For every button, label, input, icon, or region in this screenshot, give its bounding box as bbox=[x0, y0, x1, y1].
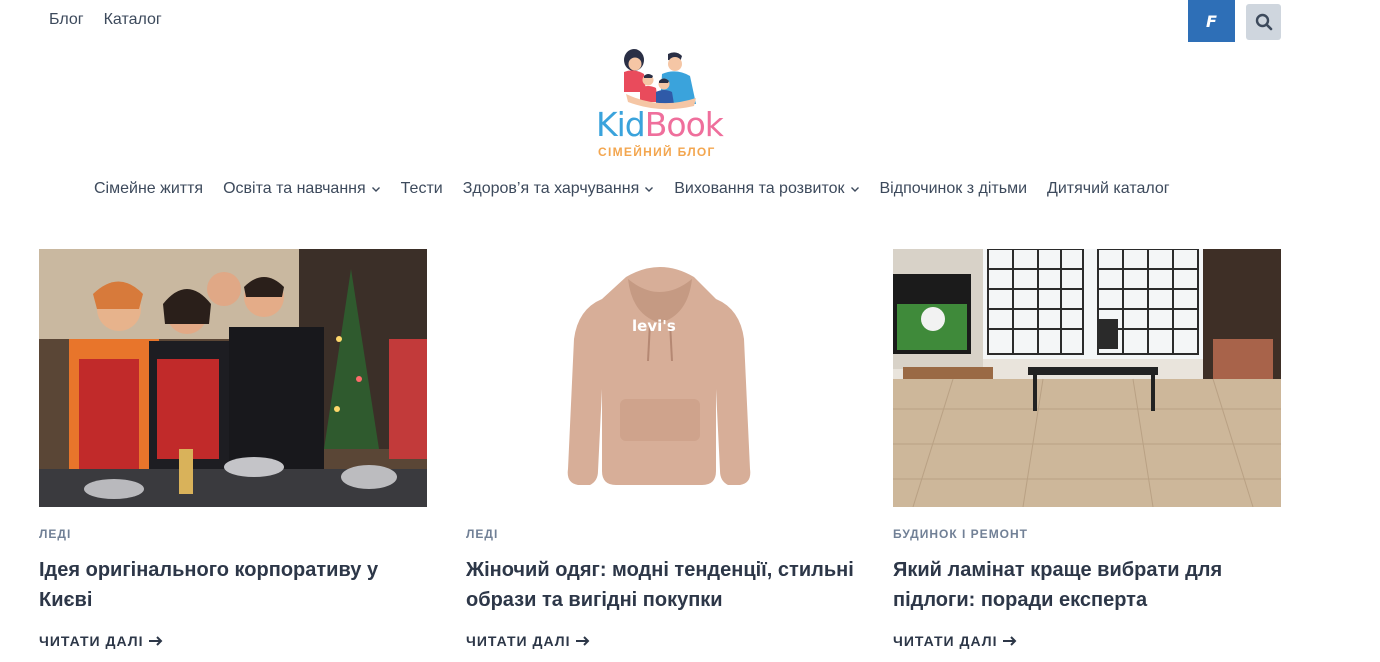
article-card: БУДИНОК І РЕМОНТ Який ламінат краще вибр… bbox=[893, 249, 1281, 649]
top-nav-catalog[interactable]: Каталог bbox=[104, 11, 162, 29]
logo-kid: Kid bbox=[596, 105, 646, 144]
hoodie-logo-text: levi's bbox=[632, 317, 676, 335]
header-buttons: F bbox=[1188, 0, 1281, 42]
article-category[interactable]: ЛЕДІ bbox=[39, 527, 427, 541]
top-nav: Блог Каталог bbox=[49, 11, 162, 29]
article-category[interactable]: ЛЕДІ bbox=[466, 527, 854, 541]
nav-label: Відпочинок з дітьми bbox=[879, 180, 1028, 197]
article-image-interior[interactable] bbox=[893, 249, 1281, 507]
nav-label: Освіта та навчання bbox=[223, 180, 366, 197]
article-card: ЛЕДІ Ідея оригінального корпоративу у Ки… bbox=[39, 249, 427, 649]
read-more-label: ЧИТАТИ ДАЛІ bbox=[893, 633, 998, 649]
read-more-link[interactable]: ЧИТАТИ ДАЛІ bbox=[893, 633, 1281, 649]
nav-education[interactable]: Освіта та навчання bbox=[223, 180, 381, 198]
logo-subtitle: СІМЕЙНИЙ БЛОГ bbox=[598, 145, 716, 159]
article-title[interactable]: Ідея оригінального корпоративу у Києві bbox=[39, 555, 427, 615]
logo-book: Book bbox=[644, 105, 724, 144]
main-nav: Сімейне життя Освіта та навчання Тести З… bbox=[94, 180, 1170, 198]
article-title[interactable]: Жіночий одяг: модні тенденції, стильні о… bbox=[466, 555, 854, 615]
facebook-icon: F bbox=[1206, 13, 1217, 29]
family-illustration bbox=[624, 49, 696, 110]
search-icon bbox=[1255, 13, 1272, 31]
chevron-down-icon bbox=[371, 187, 380, 192]
chevron-down-icon bbox=[850, 187, 859, 192]
cooking-photo bbox=[39, 249, 427, 507]
nav-label: Тести bbox=[400, 180, 443, 197]
interior-photo bbox=[893, 249, 1281, 507]
nav-family-life[interactable]: Сімейне життя bbox=[94, 180, 203, 198]
svg-text:F: F bbox=[1206, 13, 1217, 29]
site-logo[interactable]: KidBook СІМЕЙНИЙ БЛОГ bbox=[590, 48, 730, 163]
facebook-button[interactable]: F bbox=[1188, 0, 1235, 42]
nav-tests[interactable]: Тести bbox=[401, 180, 443, 198]
read-more-label: ЧИТАТИ ДАЛІ bbox=[39, 633, 144, 649]
nav-health[interactable]: Здоров’я та харчування bbox=[463, 180, 655, 198]
hoodie-photo: levi's bbox=[466, 249, 854, 507]
arrow-right-icon bbox=[1003, 636, 1017, 646]
arrow-right-icon bbox=[576, 636, 590, 646]
logo-wordmark: KidBook bbox=[596, 105, 724, 144]
nav-label: Сімейне життя bbox=[94, 180, 204, 197]
article-title[interactable]: Який ламінат краще вибрати для підлоги: … bbox=[893, 555, 1281, 615]
nav-label: Здоров’я та харчування bbox=[462, 180, 640, 197]
top-nav-blog[interactable]: Блог bbox=[49, 11, 84, 29]
article-card: levi's ЛЕДІ Жіночий одяг: модні тенденці… bbox=[466, 249, 854, 649]
read-more-link[interactable]: ЧИТАТИ ДАЛІ bbox=[39, 633, 427, 649]
read-more-label: ЧИТАТИ ДАЛІ bbox=[466, 633, 571, 649]
search-button[interactable] bbox=[1246, 4, 1281, 40]
nav-kids-catalog[interactable]: Дитячий каталог bbox=[1047, 180, 1170, 198]
nav-label: Дитячий каталог bbox=[1047, 180, 1170, 197]
article-image-hoodie[interactable]: levi's bbox=[466, 249, 854, 507]
read-more-link[interactable]: ЧИТАТИ ДАЛІ bbox=[466, 633, 854, 649]
article-image-cooking[interactable] bbox=[39, 249, 427, 507]
article-category[interactable]: БУДИНОК І РЕМОНТ bbox=[893, 527, 1281, 541]
arrow-right-icon bbox=[149, 636, 163, 646]
nav-vacation[interactable]: Відпочинок з дітьми bbox=[880, 180, 1028, 198]
nav-upbringing[interactable]: Виховання та розвиток bbox=[674, 180, 859, 198]
nav-label: Виховання та розвиток bbox=[674, 180, 845, 197]
chevron-down-icon bbox=[645, 187, 654, 192]
